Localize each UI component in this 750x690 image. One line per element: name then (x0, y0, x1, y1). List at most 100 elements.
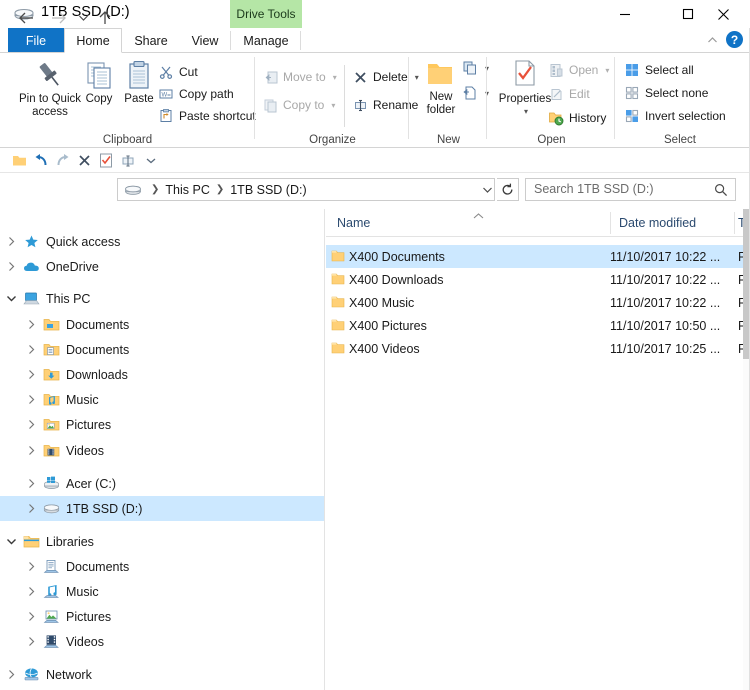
tab-share[interactable]: Share (122, 28, 180, 53)
nav-item-1tb-ssd-d[interactable]: 1TB SSD (D:) (0, 496, 324, 521)
nav-item-videos[interactable]: Videos (0, 629, 324, 654)
copy-to-button[interactable]: Copy to ▾ (262, 95, 335, 115)
chevron-right-icon[interactable] (20, 586, 42, 597)
chevron-right-icon[interactable] (20, 503, 42, 514)
chevron-down-icon[interactable] (0, 294, 22, 303)
nav-item-label: Videos (66, 443, 104, 458)
breadcrumb-separator-icon[interactable]: ❯ (213, 184, 227, 195)
history-button[interactable]: History (548, 108, 606, 128)
copy-to-icon (262, 97, 278, 113)
tab-view-label: View (191, 33, 219, 48)
close-button[interactable] (700, 0, 746, 28)
navigation-pane[interactable]: Quick access OneDrive This PC Documents Docu… (0, 209, 325, 690)
chevron-right-icon[interactable] (20, 369, 42, 380)
nav-item-videos[interactable]: Videos (0, 438, 324, 463)
tab-manage[interactable]: Manage (232, 28, 300, 53)
tab-file[interactable]: File (8, 28, 64, 53)
properties-icon (515, 60, 535, 86)
nav-item-libraries[interactable]: Libraries (0, 529, 324, 554)
customize-dropdown-icon[interactable] (142, 152, 159, 169)
column-headers: Name Date modified T (326, 209, 743, 237)
chevron-right-icon[interactable] (20, 478, 42, 489)
properties-icon[interactable] (97, 152, 114, 169)
help-button[interactable]: ? (726, 31, 743, 48)
breadcrumb-item-drive[interactable]: 1TB SSD (D:) (227, 183, 309, 197)
rename-icon[interactable] (119, 152, 136, 169)
chevron-right-icon[interactable] (20, 561, 42, 572)
chevron-right-icon[interactable] (20, 611, 42, 622)
cut-button[interactable]: Cut (158, 62, 198, 82)
nav-item-pictures[interactable]: Pictures (0, 412, 324, 437)
invert-selection-button[interactable]: Invert selection (624, 106, 726, 126)
nav-item-acer-c[interactable]: Acer (C:) (0, 471, 324, 496)
chevron-right-icon[interactable] (20, 419, 42, 430)
nav-item-downloads[interactable]: Downloads (0, 362, 324, 387)
move-to-button[interactable]: Move to ▾ (262, 67, 337, 87)
nav-item-music[interactable]: Music (0, 579, 324, 604)
copy-path-button[interactable]: W Copy path (158, 84, 234, 104)
file-list-pane[interactable]: Name Date modified T X400 Documents 11/10… (326, 209, 743, 690)
search-input[interactable]: Search 1TB SSD (D:) (525, 178, 736, 201)
nav-item-label: Documents (66, 317, 130, 332)
table-row[interactable]: X400 Pictures 11/10/2017 10:50 ... F (326, 314, 743, 337)
minimize-button[interactable] (602, 0, 648, 28)
recent-locations-button[interactable] (72, 7, 94, 29)
undo-icon[interactable] (32, 152, 49, 169)
nav-item-quick-access[interactable]: Quick access (0, 229, 324, 254)
chevron-right-icon[interactable] (20, 319, 42, 330)
search-icon[interactable] (714, 183, 728, 202)
column-header-name[interactable]: Name (337, 209, 370, 237)
easy-access-button[interactable]: ▾ (462, 83, 489, 103)
nav-item-pictures[interactable]: Pictures (0, 604, 324, 629)
paste-shortcut-button[interactable]: Paste shortcut (158, 106, 256, 126)
contextual-tab-drive-tools[interactable]: Drive Tools (230, 0, 302, 28)
tab-view[interactable]: View (180, 28, 230, 53)
nav-item-music[interactable]: Music (0, 387, 324, 412)
properties-button[interactable]: Properties ▾ (496, 59, 554, 116)
folder-icon (331, 341, 345, 360)
breadcrumb-bar[interactable]: ❯ This PC ❯ 1TB SSD (D:) (117, 178, 495, 201)
chevron-right-icon[interactable] (20, 445, 42, 456)
paste-button[interactable]: Paste (116, 59, 162, 106)
folder-desktop-icon (42, 317, 60, 333)
up-button[interactable] (94, 7, 116, 29)
table-row[interactable]: X400 Downloads 11/10/2017 10:22 ... F (326, 268, 743, 291)
select-none-button[interactable]: Select none (624, 83, 708, 103)
nav-item-onedrive[interactable]: OneDrive (0, 254, 324, 279)
new-item-button[interactable]: ▾ (462, 58, 489, 78)
column-header-date-modified[interactable]: Date modified (619, 209, 696, 237)
edit-button[interactable]: Edit (548, 84, 590, 104)
column-divider[interactable] (610, 212, 611, 234)
breadcrumb-separator-icon: ❯ (151, 184, 160, 195)
chevron-right-icon[interactable] (20, 394, 42, 405)
chevron-right-icon[interactable] (0, 669, 22, 680)
chevron-down-icon[interactable] (0, 537, 22, 546)
previous-locations-button[interactable] (478, 178, 496, 201)
nav-item-documents[interactable]: Documents (0, 337, 324, 362)
back-button[interactable] (15, 7, 37, 29)
new-folder-icon[interactable] (11, 152, 28, 169)
chevron-right-icon[interactable] (0, 236, 22, 247)
forward-button[interactable] (47, 7, 69, 29)
chevron-down-icon: ▾ (523, 107, 528, 116)
nav-item-documents[interactable]: Documents (0, 312, 324, 337)
delete-icon[interactable] (76, 152, 93, 169)
chevron-right-icon[interactable] (0, 261, 22, 272)
collapse-ribbon-icon[interactable] (703, 31, 721, 49)
select-all-button[interactable]: Select all (624, 60, 694, 80)
breadcrumb-item-this-pc[interactable]: This PC (162, 183, 212, 197)
tab-home[interactable]: Home (64, 28, 122, 53)
nav-item-this-pc[interactable]: This PC (0, 286, 324, 311)
table-row[interactable]: X400 Videos 11/10/2017 10:25 ... F (326, 337, 743, 360)
nav-item-documents[interactable]: Documents (0, 554, 324, 579)
chevron-right-icon[interactable] (20, 344, 42, 355)
new-folder-button[interactable]: New folder (418, 59, 464, 117)
redo-icon[interactable] (54, 152, 71, 169)
open-button[interactable]: Open ▾ (548, 60, 609, 80)
chevron-right-icon[interactable] (20, 636, 42, 647)
column-divider[interactable] (734, 212, 735, 234)
nav-item-network[interactable]: Network (0, 662, 324, 687)
table-row[interactable]: X400 Documents 11/10/2017 10:22 ... F (326, 245, 743, 268)
refresh-button[interactable] (497, 178, 519, 201)
table-row[interactable]: X400 Music 11/10/2017 10:22 ... F (326, 291, 743, 314)
